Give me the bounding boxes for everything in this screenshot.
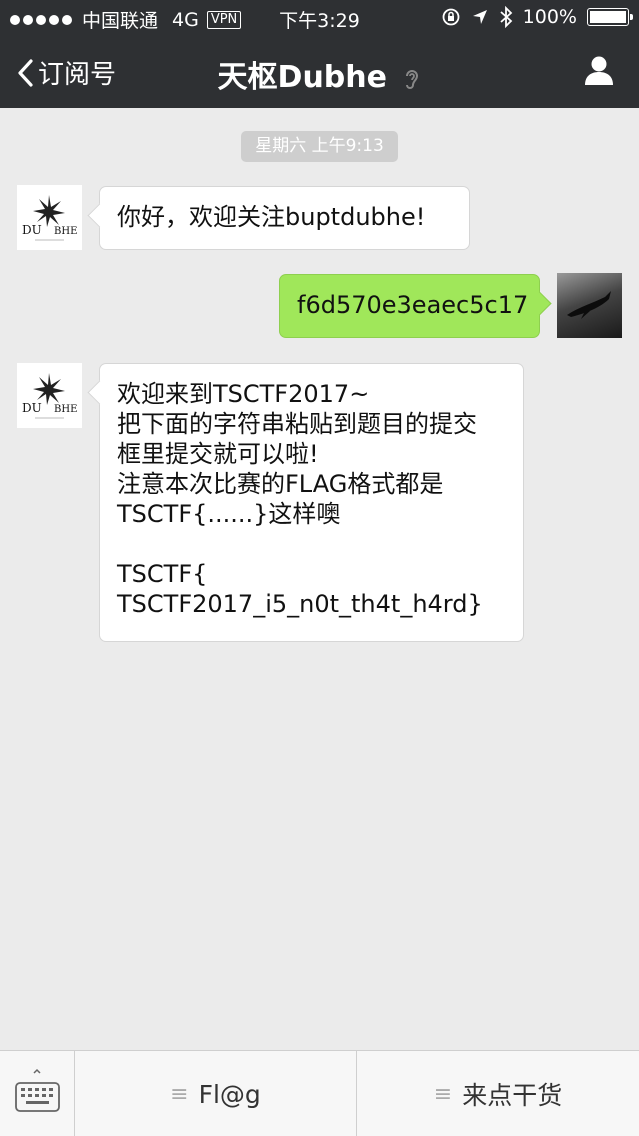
orientation-lock-icon — [442, 8, 460, 26]
message-text-line: TSCTF2017_i5_n0t_th4t_h4rd} — [117, 590, 483, 618]
location-arrow-icon — [472, 10, 487, 24]
battery-icon — [587, 8, 633, 26]
menu-lines-icon: ≡ — [170, 1081, 189, 1107]
chat-area[interactable]: 星期六 上午9:13 DU BHE 你好，欢迎关注buptdubhe! f6d5… — [0, 108, 639, 1050]
keyboard-toggle-button[interactable] — [0, 1051, 75, 1136]
message-text: 你好，欢迎关注buptdubhe! — [117, 203, 426, 231]
message-bubble-incoming[interactable]: 欢迎来到TSCTF2017~ 把下面的字符串粘贴到题目的提交 框里提交就可以啦!… — [99, 363, 524, 642]
user-avatar[interactable] — [557, 273, 622, 338]
menu-button-label: Fl@g — [198, 1079, 261, 1109]
svg-text:DU: DU — [22, 223, 42, 237]
top-bar: 中国联通 4G VPN 下午3:29 100% 订阅号 天枢Dubhe — [0, 0, 639, 108]
battery-percent: 100% — [522, 6, 577, 28]
menu-button-flag[interactable]: ≡ Fl@g — [75, 1051, 357, 1136]
nav-bar: 订阅号 天枢Dubhe — [0, 36, 639, 108]
menu-lines-icon: ≡ — [433, 1081, 453, 1107]
page-title-text: 天枢Dubhe — [217, 60, 387, 95]
keyboard-icon — [15, 1068, 60, 1112]
message-text-line: 把下面的字符串粘贴到题目的提交 — [117, 410, 477, 438]
dubhe-logo: DU BHE — [22, 373, 77, 419]
account-avatar[interactable]: DU BHE — [17, 363, 82, 428]
message-text-line: 注意本次比赛的FLAG格式都是 — [117, 470, 444, 498]
message-text-line: TSCTF{ — [117, 560, 208, 588]
message-bubble-incoming[interactable]: 你好，欢迎关注buptdubhe! — [99, 186, 470, 250]
whale-photo — [567, 291, 611, 319]
earpiece-mode-icon — [406, 69, 419, 89]
svg-text:DU: DU — [22, 401, 42, 415]
profile-icon[interactable] — [583, 54, 615, 86]
message-text: f6d570e3eaec5c17 — [297, 291, 529, 319]
page-title: 天枢Dubhe — [0, 52, 639, 96]
menu-button-label: 来点干货 — [462, 1081, 563, 1110]
account-avatar[interactable]: DU BHE — [17, 185, 82, 250]
menu-button-resources[interactable]: ≡ 来点干货 — [357, 1051, 639, 1136]
svg-text:BHE: BHE — [54, 404, 77, 415]
svg-text:BHE: BHE — [54, 226, 77, 237]
message-bubble-outgoing[interactable]: f6d570e3eaec5c17 — [279, 274, 540, 338]
status-bar: 中国联通 4G VPN 下午3:29 100% — [0, 0, 639, 36]
bluetooth-icon — [500, 6, 512, 28]
message-timestamp: 星期六 上午9:13 — [241, 131, 398, 162]
dubhe-logo: DU BHE — [22, 195, 77, 241]
message-text-line: 框里提交就可以啦! — [117, 440, 319, 468]
message-text-line: TSCTF{......}这样噢 — [117, 500, 341, 528]
message-text-line: 欢迎来到TSCTF2017~ — [117, 380, 370, 408]
bottom-menu-bar: ≡ Fl@g ≡ 来点干货 — [0, 1050, 639, 1136]
